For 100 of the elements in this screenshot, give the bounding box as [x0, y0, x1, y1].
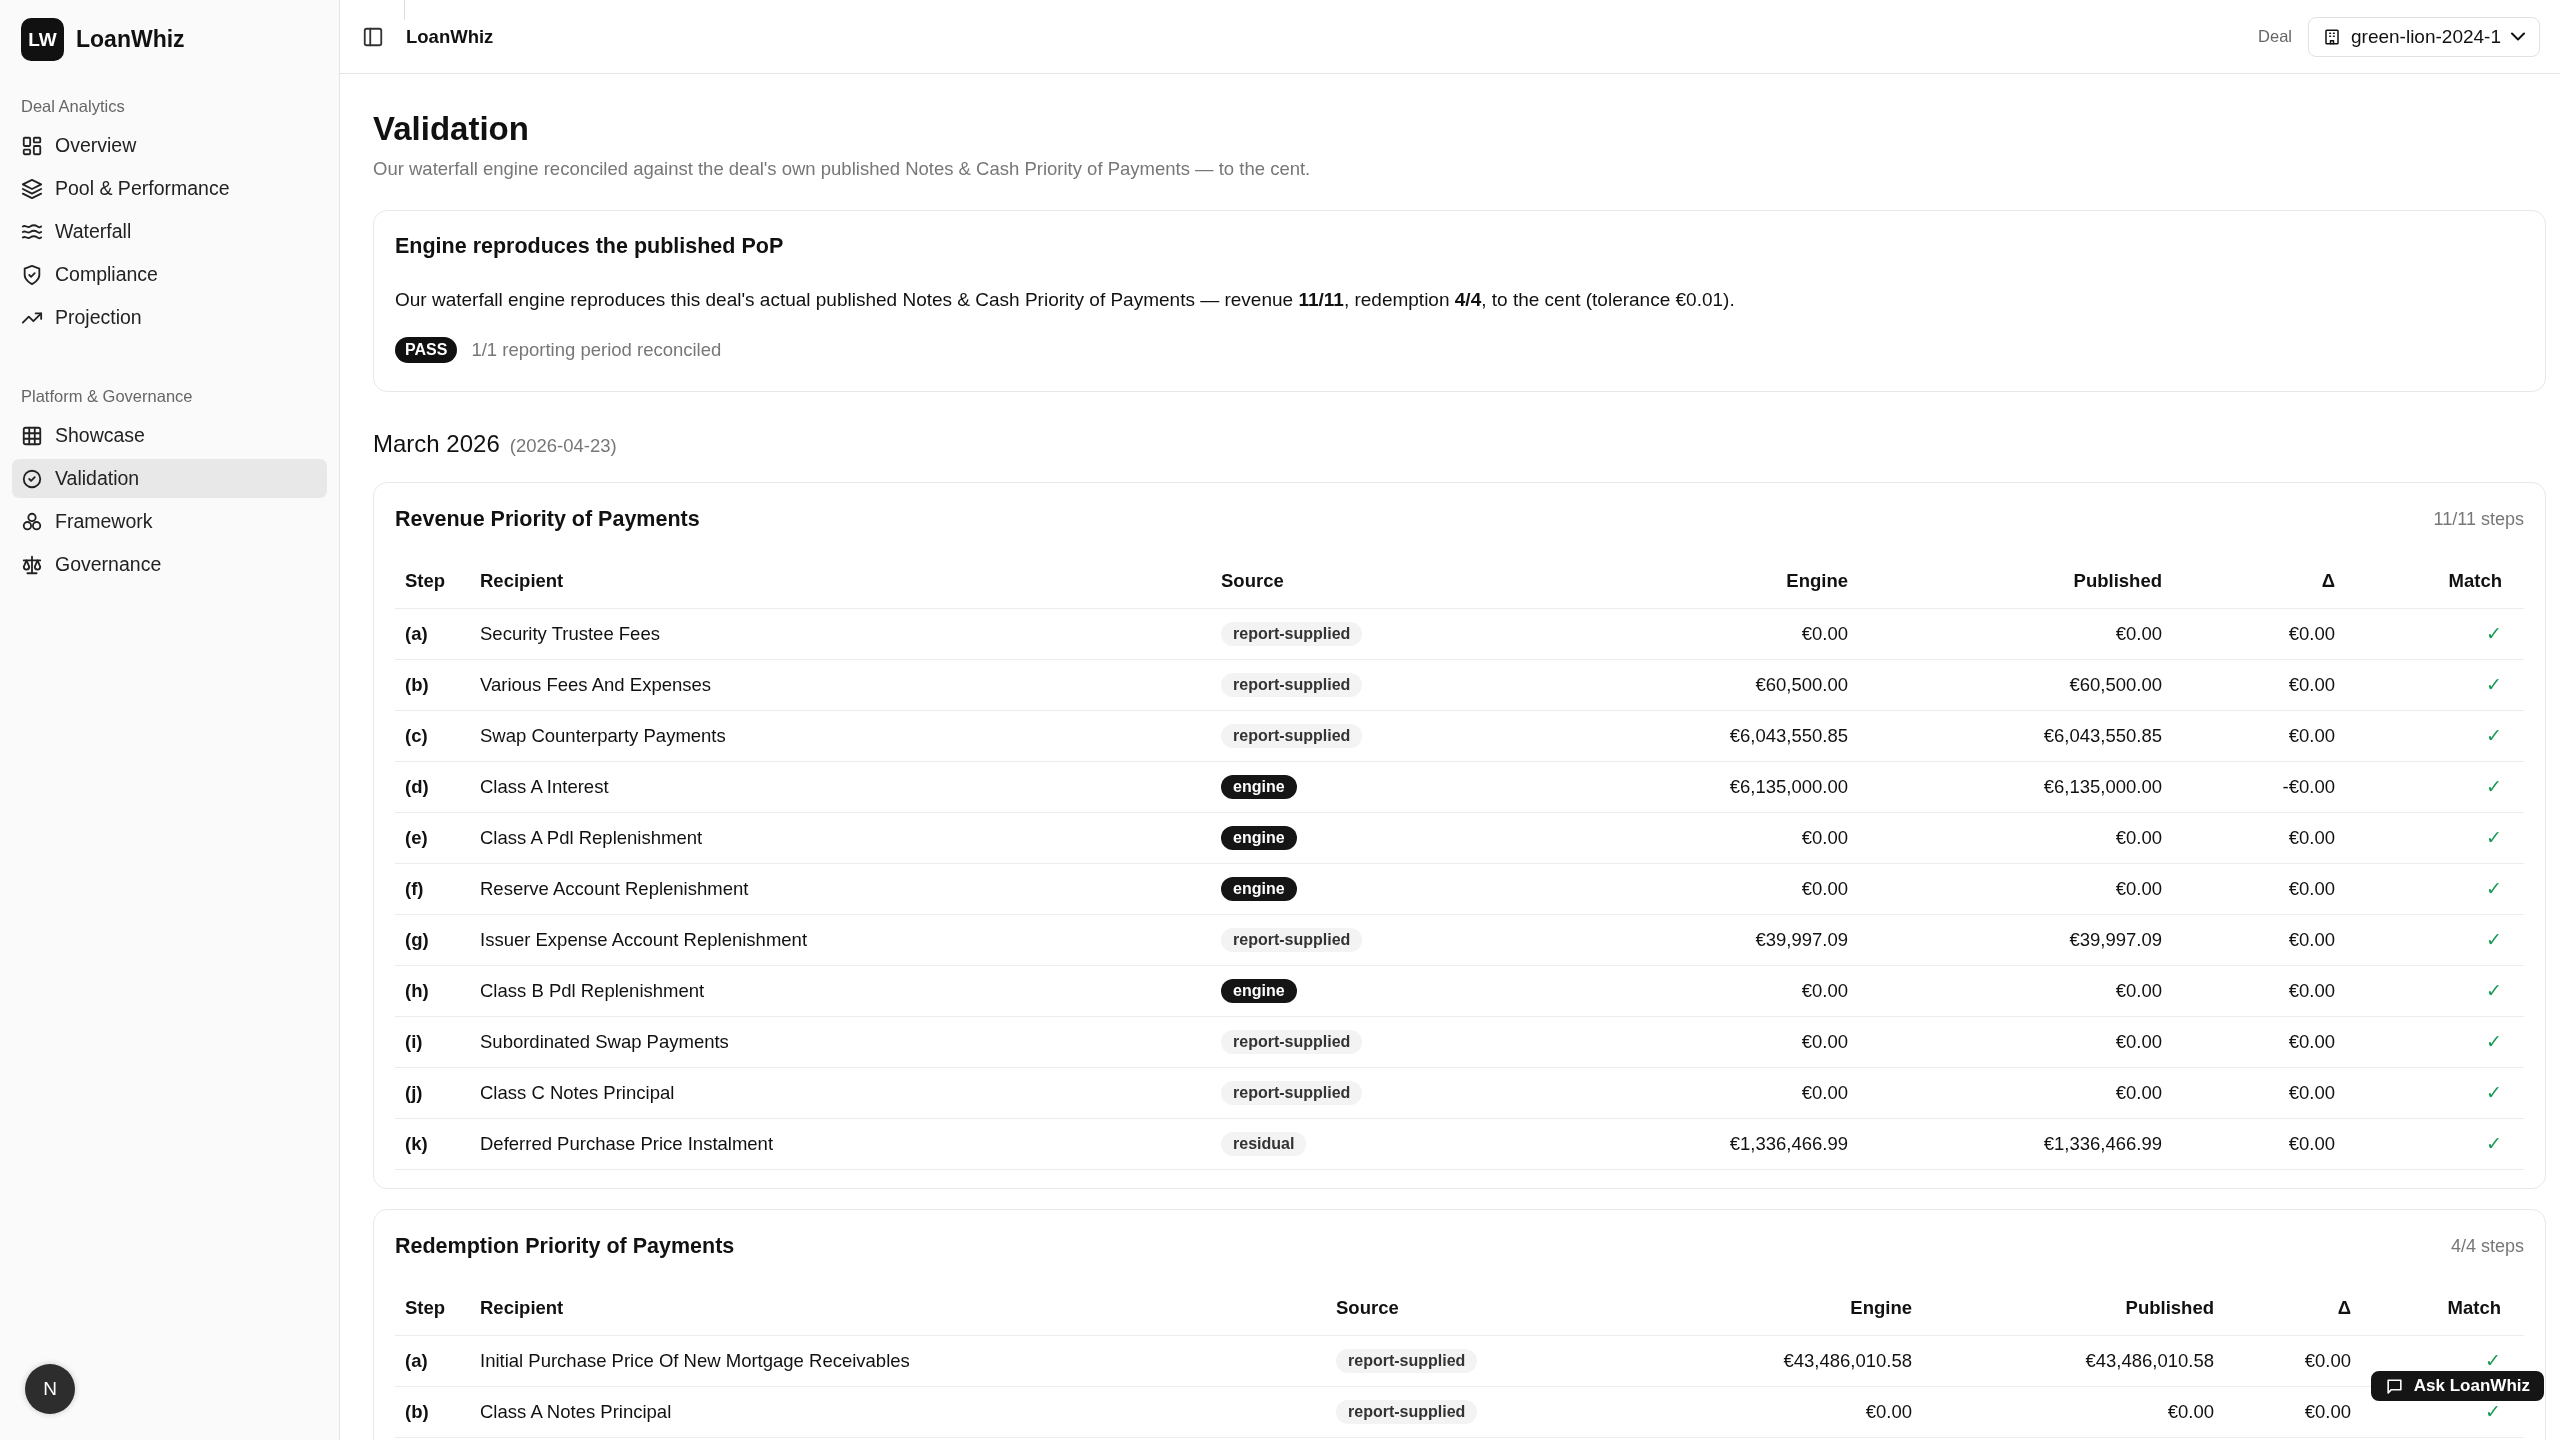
section-label: Platform & Governance — [20, 387, 194, 406]
table-cell-text: €0.00 — [2114, 623, 2163, 645]
check-circle-icon — [21, 467, 43, 490]
table-cell-text: €0.00 — [2166, 1401, 2215, 1423]
table-cell-text: Class C Notes Principal — [479, 1082, 676, 1104]
shapes-icon — [21, 510, 43, 533]
table-cell-text: €0.00 — [2287, 1031, 2336, 1053]
table-cell-text: (f) — [404, 878, 425, 900]
sidebar-item[interactable]: Projection — [12, 298, 327, 337]
table-cell-text: €0.00 — [1864, 1401, 1913, 1423]
table-cell-text: €0.00 — [1800, 1031, 1849, 1053]
source-tag: engine — [1221, 775, 1297, 799]
app-name: LoanWhiz — [76, 26, 185, 53]
table-cell-text: €0.00 — [2287, 725, 2336, 747]
table-cell-text: (j) — [404, 1082, 424, 1104]
table-cell-text: Security Trustee Fees — [479, 623, 661, 645]
app-logo: LW — [21, 18, 64, 61]
sidebar-toggle-icon[interactable] — [362, 25, 384, 48]
table-title: Redemption Priority of Payments — [395, 1234, 735, 1259]
source-tag: engine — [1221, 979, 1297, 1003]
table-cell-text: Subordinated Swap Payments — [479, 1031, 730, 1053]
table-icon — [21, 424, 43, 447]
column-header: Published — [2072, 570, 2163, 592]
card-title: Engine reproduces the published PoP — [395, 234, 785, 259]
source-tag: report-supplied — [1221, 1030, 1363, 1054]
table-cell-text: (d) — [404, 776, 430, 798]
table-cell-text: €0.00 — [2287, 674, 2336, 696]
summary-text: Our waterfall engine reproduces this deal's actual published Notes & Cash Priority of Payments — revenue 11/11, redemption 4/4, to the cent (tolerance €0.01). — [395, 289, 1736, 311]
table-cell-text: €6,043,550.85 — [2042, 725, 2163, 747]
table-cell-text: €6,043,550.85 — [1728, 725, 1849, 747]
table-cell-text: (i) — [404, 1031, 424, 1053]
column-header: Recipient — [479, 1297, 565, 1319]
period-note: 1/1 reporting period reconciled — [471, 339, 722, 361]
table-cell-text: Class A Notes Principal — [479, 1401, 673, 1423]
table-cell-text: Deferred Purchase Price Instalment — [479, 1133, 775, 1155]
match-mark: ✓ — [2485, 725, 2503, 747]
table-cell-text: €39,997.09 — [1754, 929, 1849, 951]
table-cell-text: €0.00 — [2287, 980, 2336, 1002]
column-header: Match — [2446, 1297, 2502, 1319]
match-mark: ✓ — [2485, 827, 2503, 849]
column-header: Match — [2447, 570, 2503, 592]
column-header: Published — [2124, 1297, 2215, 1319]
table-cell-text: €0.00 — [2114, 980, 2163, 1002]
table-cell-text: (b) — [404, 1401, 430, 1423]
table-cell-text: -€0.00 — [2281, 776, 2336, 798]
match-mark: ✓ — [2485, 674, 2503, 696]
table-cell-text: €0.00 — [1800, 878, 1849, 900]
sidebar-item[interactable]: Framework — [12, 502, 327, 541]
table-cell-text: €1,336,466.99 — [2042, 1133, 2163, 1155]
sidebar-item[interactable]: Waterfall — [12, 212, 327, 251]
step-count: 11/11 steps — [2433, 509, 2524, 530]
table-cell-text: Initial Purchase Price Of New Mortgage Receivables — [479, 1350, 911, 1372]
table-cell-text: €1,336,466.99 — [1728, 1133, 1849, 1155]
user-avatar[interactable]: N — [25, 1364, 75, 1414]
column-header: Source — [1335, 1297, 1400, 1319]
building-icon — [2323, 27, 2341, 46]
match-mark: ✓ — [2485, 1082, 2503, 1104]
table-cell-text: €0.00 — [2114, 827, 2163, 849]
sidebar-item[interactable]: Showcase — [12, 416, 327, 455]
sidebar-item[interactable]: Pool & Performance — [12, 169, 327, 208]
breadcrumb: LoanWhiz — [406, 25, 494, 48]
grid-icon — [21, 134, 43, 157]
table-cell-text: €0.00 — [2287, 623, 2336, 645]
sidebar-item[interactable]: Overview — [12, 126, 327, 165]
table-cell-text: €6,135,000.00 — [1728, 776, 1849, 798]
column-header: Source — [1220, 570, 1285, 592]
table-cell-text: Class A Pdl Replenishment — [479, 827, 704, 849]
match-mark: ✓ — [2485, 1031, 2503, 1053]
table-cell-text: (a) — [404, 1350, 429, 1372]
table-cell-text: (g) — [404, 929, 430, 951]
match-mark: ✓ — [2485, 980, 2503, 1002]
match-mark: ✓ — [2484, 1401, 2502, 1423]
match-mark: ✓ — [2484, 1350, 2502, 1372]
table-cell-text: Reserve Account Replenishment — [479, 878, 750, 900]
table-cell-text: €0.00 — [2303, 1350, 2352, 1372]
sidebar-item[interactable]: Governance — [12, 545, 327, 584]
table-cell-text: €0.00 — [1800, 827, 1849, 849]
page-subtitle: Our waterfall engine reconciled against the deal's own published Notes & Cash Priority of Payments — to the cent. — [373, 158, 1312, 180]
sidebar-item[interactable]: Compliance — [12, 255, 327, 294]
source-tag: report-supplied — [1221, 724, 1363, 748]
table-cell-text: (k) — [404, 1133, 429, 1155]
match-mark: ✓ — [2485, 1133, 2503, 1155]
deal-select[interactable]: green-lion-2024-1 — [2308, 16, 2540, 57]
ask-assistant-button[interactable]: Ask LoanWhiz — [2370, 1371, 2544, 1401]
layers-icon — [21, 177, 43, 200]
column-header: Engine — [1785, 570, 1849, 592]
sidebar-item[interactable]: Validation — [12, 459, 327, 498]
table-cell-text: €0.00 — [1800, 623, 1849, 645]
table-cell-text: €0.00 — [1800, 980, 1849, 1002]
step-count: 4/4 steps — [2450, 1236, 2524, 1257]
table-cell-text: €0.00 — [2287, 827, 2336, 849]
section-label: Deal Analytics — [20, 97, 126, 116]
table-cell-text: €60,500.00 — [2068, 674, 2163, 696]
match-mark: ✓ — [2485, 623, 2503, 645]
table-cell-text: Class A Interest — [479, 776, 610, 798]
table-cell-text: Class B Pdl Replenishment — [479, 980, 706, 1002]
column-header: Recipient — [479, 570, 565, 592]
table-cell-text: €0.00 — [2287, 878, 2336, 900]
source-tag: engine — [1221, 877, 1297, 901]
shield-icon — [21, 263, 43, 286]
